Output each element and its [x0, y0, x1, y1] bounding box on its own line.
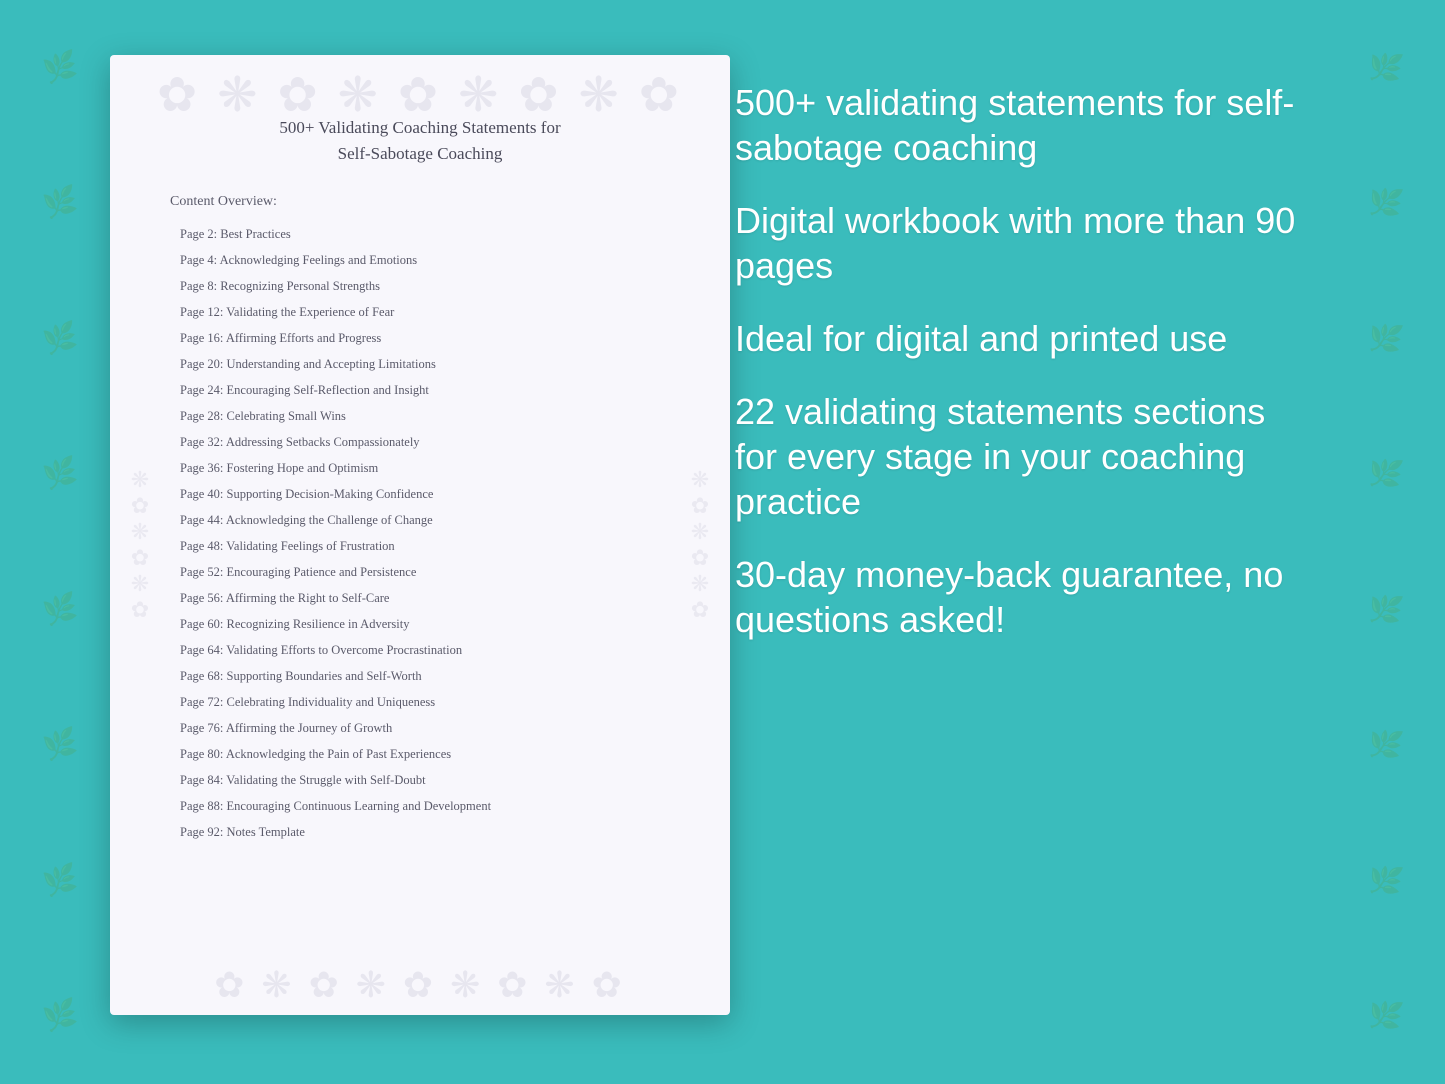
- document-card: ✿ ❋ ✿ ❋ ✿ ❋ ✿ ❋ ✿ ✿ ❋ ✿ ❋ ✿ ❋ ✿ ❋ ✿ ❋✿❋✿…: [110, 55, 730, 1015]
- floral-sprig: 🌿: [40, 48, 80, 88]
- feature-text-5: 30-day money-back guarantee, no question…: [735, 552, 1315, 642]
- doc-side-decoration-right: ❋✿❋✿❋✿: [670, 135, 730, 955]
- floral-sprig: 🌿: [1365, 996, 1405, 1036]
- toc-item: Page 28: Celebrating Small Wins: [170, 406, 670, 426]
- toc-item: Page 32: Addressing Setbacks Compassiona…: [170, 432, 670, 452]
- doc-side-decoration-left: ❋✿❋✿❋✿: [110, 135, 170, 955]
- floral-sprig: 🌿: [1365, 590, 1405, 630]
- floral-sprig: 🌿: [1365, 319, 1405, 359]
- floral-sprig: 🌿: [40, 996, 80, 1036]
- toc-item: Page 36: Fostering Hope and Optimism: [170, 458, 670, 478]
- toc-item: Page 64: Validating Efforts to Overcome …: [170, 640, 670, 660]
- toc-item: Page 4: Acknowledging Feelings and Emoti…: [170, 250, 670, 270]
- feature-text-4: 22 validating statements sections for ev…: [735, 389, 1315, 524]
- floral-decoration-left: 🌿 🌿 🌿 🌿 🌿 🌿 🌿 🌿: [0, 0, 120, 1084]
- feature-text-3: Ideal for digital and printed use: [735, 316, 1315, 361]
- toc-item: Page 8: Recognizing Personal Strengths: [170, 276, 670, 296]
- floral-decoration-right: 🌿 🌿 🌿 🌿 🌿 🌿 🌿 🌿: [1325, 0, 1445, 1084]
- floral-sprig: 🌿: [40, 183, 80, 223]
- toc-item: Page 80: Acknowledging the Pain of Past …: [170, 744, 670, 764]
- feature-text-2: Digital workbook with more than 90 pages: [735, 198, 1315, 288]
- doc-title: 500+ Validating Coaching Statements for …: [170, 115, 670, 166]
- floral-sprig: 🌿: [40, 590, 80, 630]
- toc-item: Page 2: Best Practices: [170, 224, 670, 244]
- toc-item: Page 72: Celebrating Individuality and U…: [170, 692, 670, 712]
- toc-item: Page 48: Validating Feelings of Frustrat…: [170, 536, 670, 556]
- floral-sprig: 🌿: [1365, 454, 1405, 494]
- toc-item: Page 68: Supporting Boundaries and Self-…: [170, 666, 670, 686]
- toc-item: Page 52: Encouraging Patience and Persis…: [170, 562, 670, 582]
- toc-item: Page 40: Supporting Decision-Making Conf…: [170, 484, 670, 504]
- toc-item: Page 56: Affirming the Right to Self-Car…: [170, 588, 670, 608]
- toc-item: Page 12: Validating the Experience of Fe…: [170, 302, 670, 322]
- floral-sprig: 🌿: [40, 861, 80, 901]
- toc-item: Page 92: Notes Template: [170, 822, 670, 842]
- toc-item: Page 16: Affirming Efforts and Progress: [170, 328, 670, 348]
- floral-sprig: 🌿: [1365, 48, 1405, 88]
- floral-sprig: 🌿: [40, 725, 80, 765]
- floral-sprig: 🌿: [40, 454, 80, 494]
- floral-sprig: 🌿: [40, 319, 80, 359]
- toc-section-label: Content Overview:: [170, 194, 670, 210]
- toc-item: Page 76: Affirming the Journey of Growth: [170, 718, 670, 738]
- doc-content: 500+ Validating Coaching Statements for …: [170, 95, 670, 848]
- doc-bottom-decoration: ✿ ❋ ✿ ❋ ✿ ❋ ✿ ❋ ✿: [110, 955, 730, 1015]
- floral-sprig: 🌿: [1365, 861, 1405, 901]
- toc-item: Page 88: Encouraging Continuous Learning…: [170, 796, 670, 816]
- right-panel: 500+ validating statements for self-sabo…: [735, 60, 1315, 642]
- toc-item: Page 84: Validating the Struggle with Se…: [170, 770, 670, 790]
- toc-item: Page 24: Encouraging Self-Reflection and…: [170, 380, 670, 400]
- feature-text-1: 500+ validating statements for self-sabo…: [735, 80, 1315, 170]
- toc-list: Page 2: Best Practices Page 4: Acknowledg…: [170, 224, 670, 842]
- floral-sprig: 🌿: [1365, 183, 1405, 223]
- toc-item: Page 44: Acknowledging the Challenge of …: [170, 510, 670, 530]
- floral-sprig: 🌿: [1365, 725, 1405, 765]
- toc-item: Page 20: Understanding and Accepting Lim…: [170, 354, 670, 374]
- toc-item: Page 60: Recognizing Resilience in Adver…: [170, 614, 670, 634]
